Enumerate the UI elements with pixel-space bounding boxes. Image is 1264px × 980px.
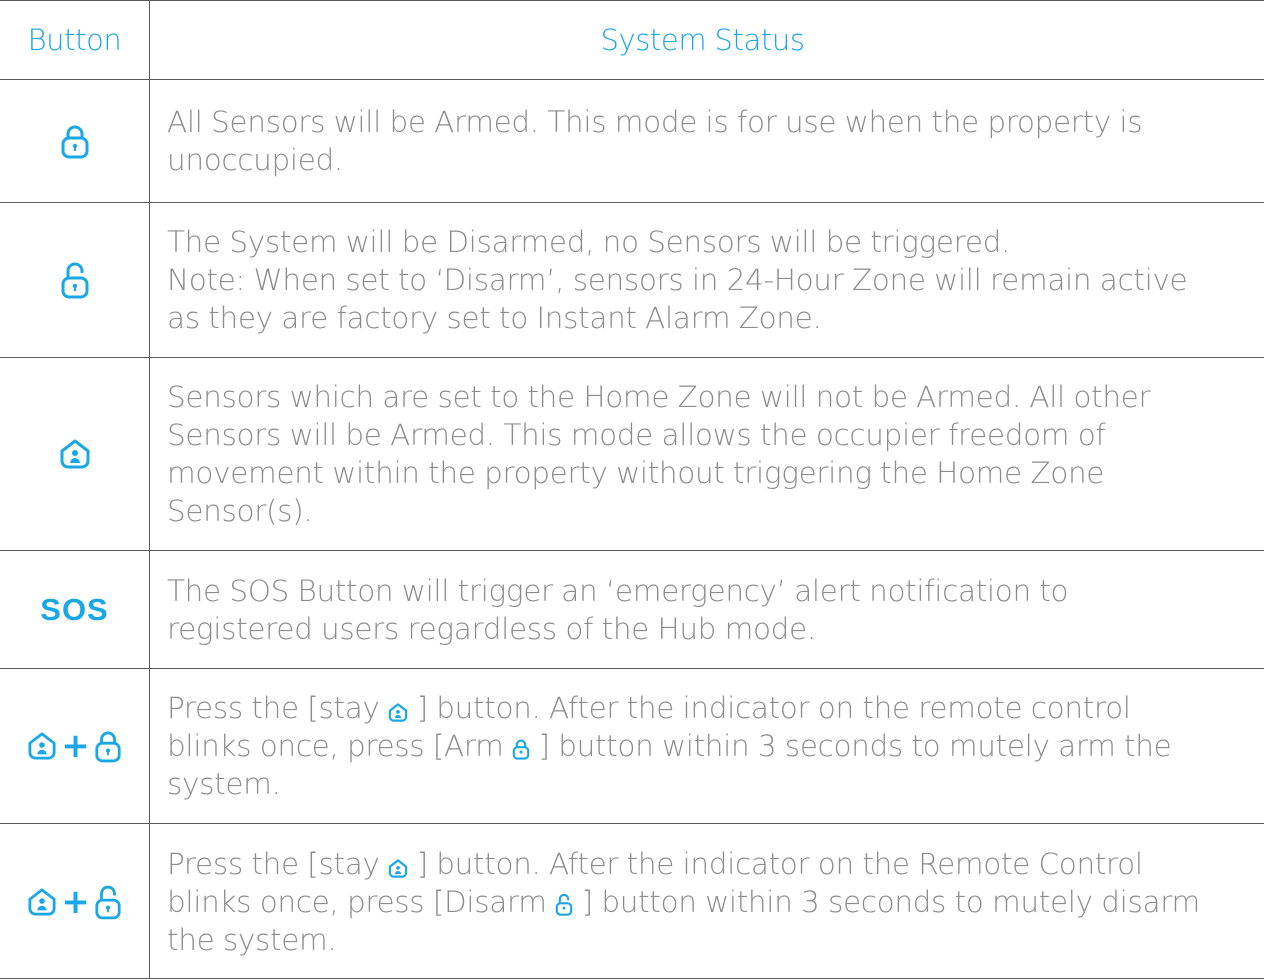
status-line: The SOS Button will trigger an ‘emergenc… bbox=[167, 573, 1069, 608]
text-fragment: Press the [stay bbox=[167, 691, 389, 725]
disarm-unlock-icon bbox=[95, 885, 121, 919]
disarm-unlock-icon bbox=[555, 893, 573, 916]
text-fragment: Press the [stay bbox=[167, 846, 389, 881]
status-text: Press the [stay ] button. After the indi… bbox=[151, 824, 1264, 979]
status-line: as they are factory set to Instant Alarm… bbox=[167, 301, 822, 335]
table-row-sos: SOS The SOS Button will trigger an ‘emer… bbox=[0, 551, 1264, 669]
text-fragment: ] button within 3 seconds to mutely disa… bbox=[581, 884, 1201, 919]
text-fragment: blinks once, press [Disarm bbox=[167, 884, 556, 919]
button-cell: + bbox=[0, 824, 150, 979]
arm-lock-icon bbox=[61, 125, 88, 159]
status-line: Press the [stay ] button. After the indi… bbox=[167, 689, 1254, 727]
status-text: Press the [stay ] button. After the indi… bbox=[151, 669, 1264, 823]
status-text: The SOS Button will trigger an ‘emergenc… bbox=[151, 551, 1264, 668]
home-stay-icon bbox=[388, 703, 408, 722]
table-row-home: Sensors which are set to the Home Zone w… bbox=[0, 358, 1264, 551]
arm-lock-icon bbox=[95, 731, 121, 763]
table-row-arm: All Sensors will be Armed. This mode is … bbox=[0, 80, 1264, 203]
table-header-row: Button System Status bbox=[0, 1, 1264, 80]
status-line: Sensors which are set to the Home Zone w… bbox=[167, 380, 1151, 414]
plus-sign: + bbox=[61, 726, 90, 766]
header-button: Button bbox=[0, 1, 150, 79]
button-cell bbox=[0, 80, 150, 202]
status-line: system. bbox=[167, 767, 281, 801]
arm-lock-icon bbox=[512, 739, 530, 760]
table-row-disarm: The System will be Disarmed, no Sensors … bbox=[0, 203, 1264, 358]
sos-label: SOS bbox=[40, 591, 109, 627]
text-fragment: blinks once, press [Arm bbox=[167, 729, 512, 763]
header-system-status: System Status bbox=[600, 23, 805, 57]
plus-sign: + bbox=[61, 881, 90, 922]
status-line: unoccupied. bbox=[167, 143, 343, 177]
disarm-unlock-icon bbox=[61, 262, 88, 299]
status-text: The System will be Disarmed, no Sensors … bbox=[151, 203, 1264, 357]
status-line: All Sensors will be Armed. This mode is … bbox=[167, 105, 1143, 139]
status-line: movement within the property without tri… bbox=[167, 456, 1105, 490]
status-text: Sensors which are set to the Home Zone w… bbox=[151, 358, 1264, 550]
status-line: The System will be Disarmed, no Sensors … bbox=[167, 225, 1011, 259]
button-cell: SOS bbox=[0, 551, 150, 668]
status-line: Note: When set to ‘Disarm’, sensors in 2… bbox=[167, 263, 1188, 297]
button-cell: + bbox=[0, 669, 150, 823]
home-stay-icon bbox=[60, 439, 89, 469]
status-line: blinks once, press [Disarm ] button with… bbox=[167, 883, 1254, 921]
status-line: Sensors will be Armed. This mode allows … bbox=[167, 418, 1106, 452]
table-row-mute-disarm: + Press the [stay ] button. After the in… bbox=[0, 824, 1264, 979]
status-line: Sensor(s). bbox=[167, 494, 313, 528]
status-line: Press the [stay ] button. After the indi… bbox=[167, 845, 1254, 883]
status-line: blinks once, press [Arm ] button within … bbox=[167, 727, 1254, 765]
table-row-mute-arm: + Press the [stay ] button. After the in… bbox=[0, 669, 1264, 824]
status-line: registered users regardless of the Hub m… bbox=[167, 611, 816, 646]
status-line: the system. bbox=[167, 922, 337, 957]
text-fragment: ] button within 3 seconds to mutely arm … bbox=[538, 729, 1172, 763]
text-fragment: ] button. After the indicator on the rem… bbox=[416, 691, 1131, 725]
button-cell bbox=[0, 203, 150, 357]
text-fragment: ] button. After the indicator on the Rem… bbox=[416, 846, 1143, 881]
home-stay-icon bbox=[28, 887, 56, 916]
home-stay-icon bbox=[388, 858, 408, 878]
status-text: All Sensors will be Armed. This mode is … bbox=[151, 80, 1264, 202]
button-cell bbox=[0, 358, 150, 550]
home-stay-icon bbox=[28, 732, 56, 760]
mode-table: Button System Status All Sensors will be… bbox=[0, 0, 1264, 979]
